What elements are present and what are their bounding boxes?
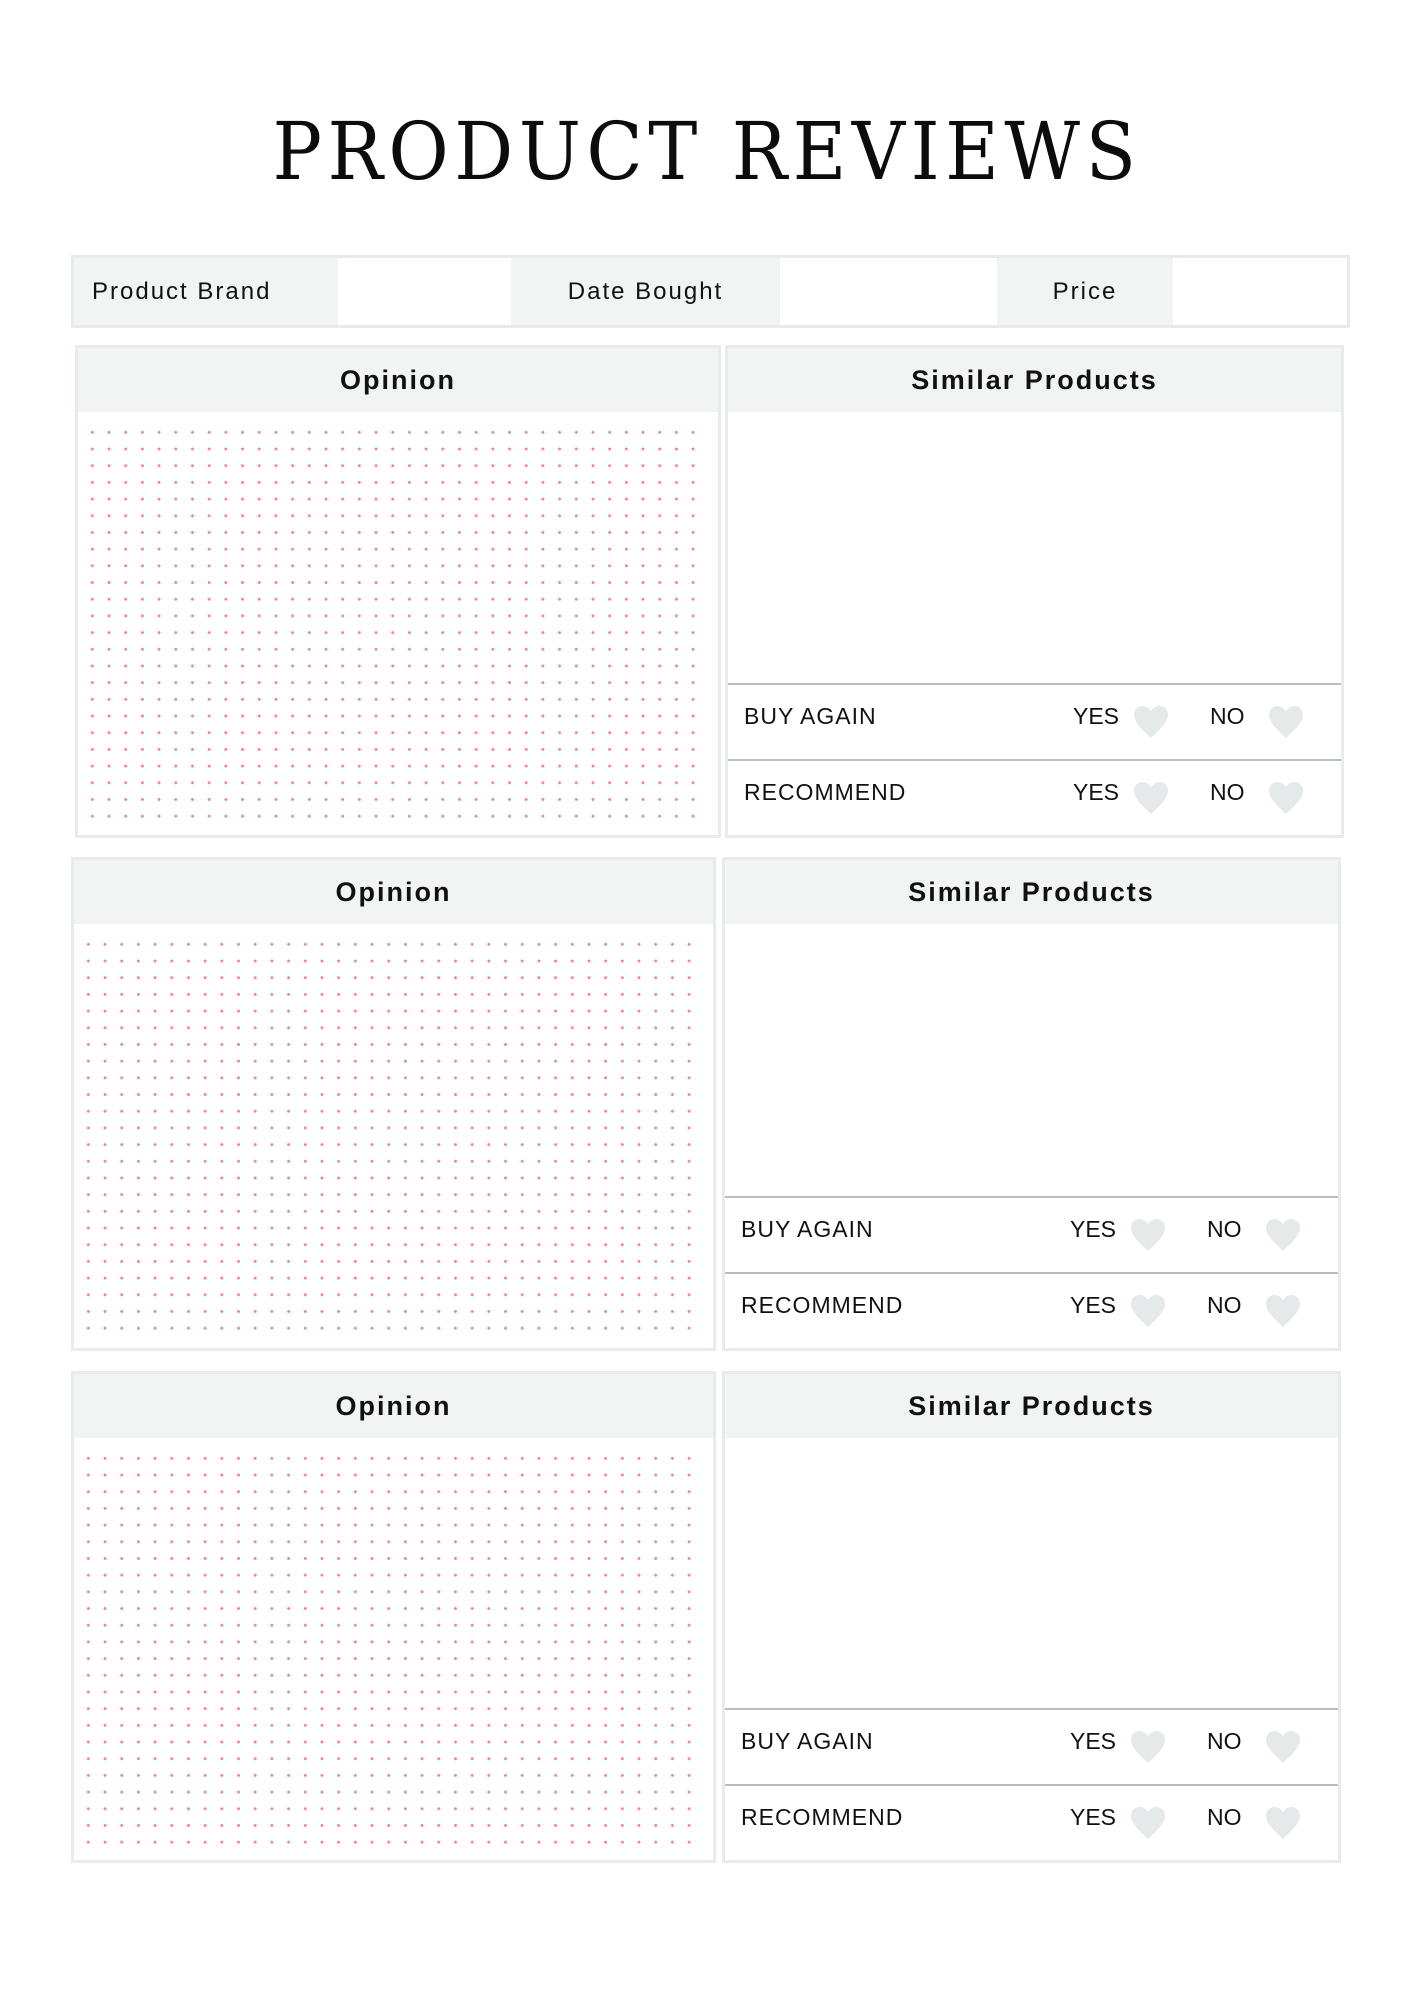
similar-products-header: Similar Products — [728, 348, 1341, 412]
recommend-no-label: NO — [1207, 1292, 1242, 1318]
recommend-yes-label: YES — [1070, 1292, 1117, 1318]
similar-products-header: Similar Products — [725, 860, 1338, 924]
similar-products-area[interactable] — [725, 1438, 1338, 1708]
buy-again-label: BUY AGAIN — [741, 1728, 874, 1754]
heart-icon[interactable] — [1265, 1730, 1301, 1764]
product-brand-field[interactable] — [338, 258, 511, 325]
buy-again-yes-label: YES — [1073, 703, 1120, 729]
heart-icon[interactable] — [1265, 1294, 1301, 1328]
heart-icon[interactable] — [1268, 705, 1304, 739]
recommend-row: RECOMMEND YES NO — [725, 1272, 1338, 1348]
opinion-header: Opinion — [78, 348, 718, 412]
buy-again-yes-label: YES — [1070, 1728, 1117, 1754]
opinion-card: Opinion — [71, 1371, 716, 1863]
similar-products-area[interactable] — [725, 924, 1338, 1196]
similar-products-card: Similar Products BUY AGAIN YES NO RECOMM… — [722, 1371, 1341, 1863]
buy-again-label: BUY AGAIN — [744, 703, 877, 729]
opinion-header: Opinion — [74, 860, 713, 924]
buy-again-no-label: NO — [1207, 1728, 1242, 1754]
recommend-no-label: NO — [1207, 1804, 1242, 1830]
opinion-card: Opinion — [71, 857, 716, 1351]
recommend-label: RECOMMEND — [741, 1292, 904, 1318]
similar-products-area[interactable] — [728, 412, 1341, 683]
heart-icon[interactable] — [1133, 705, 1169, 739]
opinion-card: Opinion — [75, 345, 721, 838]
opinion-header: Opinion — [74, 1374, 713, 1438]
similar-products-card: Similar Products BUY AGAIN YES NO RECOMM… — [722, 857, 1341, 1351]
recommend-label: RECOMMEND — [744, 779, 907, 805]
opinion-dot-grid-area[interactable] — [80, 936, 701, 1342]
heart-icon[interactable] — [1130, 1730, 1166, 1764]
recommend-yes-label: YES — [1070, 1804, 1117, 1830]
buy-again-row: BUY AGAIN YES NO — [728, 683, 1341, 759]
date-bought-label: Date Bought — [511, 258, 780, 325]
page-title: PRODUCT REVIEWS — [272, 105, 1142, 198]
buy-again-row: BUY AGAIN YES NO — [725, 1196, 1338, 1272]
heart-icon[interactable] — [1265, 1806, 1301, 1840]
heart-icon[interactable] — [1265, 1218, 1301, 1252]
buy-again-label: BUY AGAIN — [741, 1216, 874, 1242]
heart-icon[interactable] — [1268, 781, 1304, 815]
recommend-label: RECOMMEND — [741, 1804, 904, 1830]
buy-again-no-label: NO — [1207, 1216, 1242, 1242]
date-bought-field[interactable] — [780, 258, 997, 325]
product-info-bar: Product Brand Date Bought Price — [71, 255, 1350, 328]
recommend-yes-label: YES — [1073, 779, 1120, 805]
price-label: Price — [997, 258, 1173, 325]
buy-again-row: BUY AGAIN YES NO — [725, 1708, 1338, 1784]
opinion-dot-grid-area[interactable] — [80, 1450, 701, 1854]
heart-icon[interactable] — [1130, 1218, 1166, 1252]
product-brand-label: Product Brand — [74, 258, 338, 325]
buy-again-yes-label: YES — [1070, 1216, 1117, 1242]
buy-again-no-label: NO — [1210, 703, 1245, 729]
opinion-dot-grid-area[interactable] — [84, 424, 706, 829]
heart-icon[interactable] — [1130, 1294, 1166, 1328]
recommend-row: RECOMMEND YES NO — [725, 1784, 1338, 1860]
similar-products-card: Similar Products BUY AGAIN YES NO RECOMM… — [725, 345, 1344, 838]
similar-products-header: Similar Products — [725, 1374, 1338, 1438]
heart-icon[interactable] — [1130, 1806, 1166, 1840]
price-field[interactable] — [1173, 258, 1347, 325]
heart-icon[interactable] — [1133, 781, 1169, 815]
recommend-no-label: NO — [1210, 779, 1245, 805]
recommend-row: RECOMMEND YES NO — [728, 759, 1341, 835]
